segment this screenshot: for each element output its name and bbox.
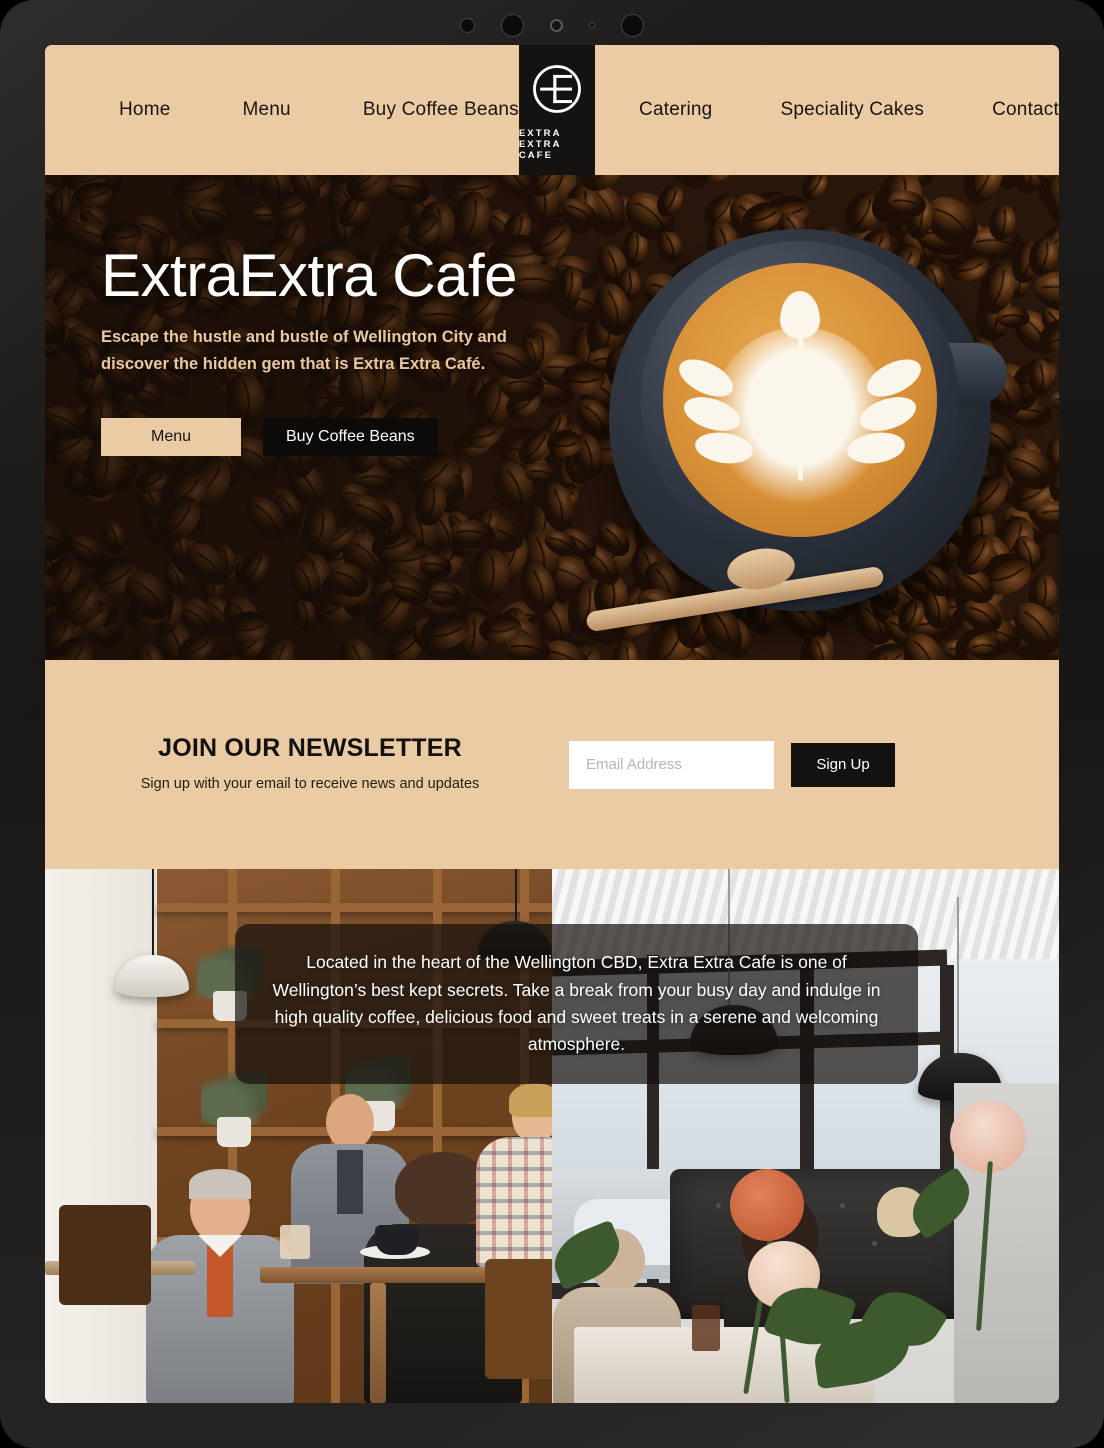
extra-extra-cafe-monogram-icon <box>533 65 581 113</box>
lamp-cord <box>957 897 959 1057</box>
email-address-input[interactable] <box>569 740 774 789</box>
nav-link-buy-coffee-beans[interactable]: Buy Coffee Beans <box>363 99 519 121</box>
hero-title: ExtraExtra Cafe <box>101 242 518 309</box>
ambient-light-sensor-icon <box>589 22 595 28</box>
lamp-cord <box>515 869 517 925</box>
coffee-cup <box>641 241 959 559</box>
newsletter-copy: JOIN OUR NEWSLETTER Sign up with your em… <box>45 734 565 795</box>
newsletter-section: JOIN OUR NEWSLETTER Sign up with your em… <box>45 660 1059 869</box>
nav-link-menu[interactable]: Menu <box>242 99 290 121</box>
logo-wordmark: EXTRA EXTRA CAFE <box>518 128 562 161</box>
newsletter-subtitle: Sign up with your email to receive news … <box>140 775 480 792</box>
about-gallery-section: Located in the heart of the Wellington C… <box>45 869 1059 1403</box>
person-in-grey-suit <box>145 1169 295 1403</box>
chair <box>59 1205 151 1305</box>
about-text-overlay: Located in the heart of the Wellington C… <box>235 924 918 1084</box>
sensor-ring-large-icon <box>501 13 524 37</box>
site-navigation: Home Menu Buy Coffee Beans EXTRA EXTRA C… <box>45 45 1059 175</box>
nav-link-home[interactable]: Home <box>119 99 170 121</box>
cafe-table <box>260 1267 505 1283</box>
latte-art <box>663 263 937 537</box>
nav-link-contact[interactable]: Contact <box>992 99 1059 121</box>
newsletter-title: JOIN OUR NEWSLETTER <box>158 733 462 762</box>
rose-flower <box>730 1169 804 1241</box>
glass <box>280 1225 310 1259</box>
table-pedestal <box>370 1283 386 1403</box>
nav-link-speciality-cakes[interactable]: Speciality Cakes <box>780 99 924 121</box>
front-sensor-array <box>0 8 1104 42</box>
tablet-screen: Home Menu Buy Coffee Beans EXTRA EXTRA C… <box>45 45 1059 1403</box>
sign-up-button[interactable]: Sign Up <box>791 742 895 787</box>
site-logo[interactable]: EXTRA EXTRA CAFE <box>518 45 596 175</box>
buy-coffee-beans-button[interactable]: Buy Coffee Beans <box>263 417 438 456</box>
drink-glass <box>692 1305 720 1351</box>
nav-links-right: Catering Speciality Cakes Contact <box>595 45 1059 175</box>
coffee-cup <box>375 1225 419 1255</box>
nav-link-catering[interactable]: Catering <box>639 99 712 121</box>
person-in-plaid <box>475 1083 552 1267</box>
latte-cup-illustration <box>585 205 1031 635</box>
about-paragraph: Located in the heart of the Wellington C… <box>272 952 881 1055</box>
hero-subtitle: Escape the hustle and bustle of Wellingt… <box>101 328 507 373</box>
tablet-device-frame: Home Menu Buy Coffee Beans EXTRA EXTRA C… <box>0 0 1104 1448</box>
newsletter-form: Sign Up <box>569 740 895 789</box>
chair <box>485 1259 552 1379</box>
lamp-cord <box>152 869 154 959</box>
menu-button[interactable]: Menu <box>101 417 241 456</box>
hero-content: ExtraExtra Cafe Escape the hustle and bu… <box>101 245 621 456</box>
front-camera-icon <box>550 18 563 32</box>
hero-section: ExtraExtra Cafe Escape the hustle and bu… <box>45 175 1059 660</box>
sensor-ring-large-2-icon <box>621 13 644 37</box>
nav-links-left: Home Menu Buy Coffee Beans <box>45 45 519 175</box>
sensor-ring-small-icon <box>460 17 475 33</box>
hero-button-group: Menu Buy Coffee Beans <box>101 417 621 456</box>
